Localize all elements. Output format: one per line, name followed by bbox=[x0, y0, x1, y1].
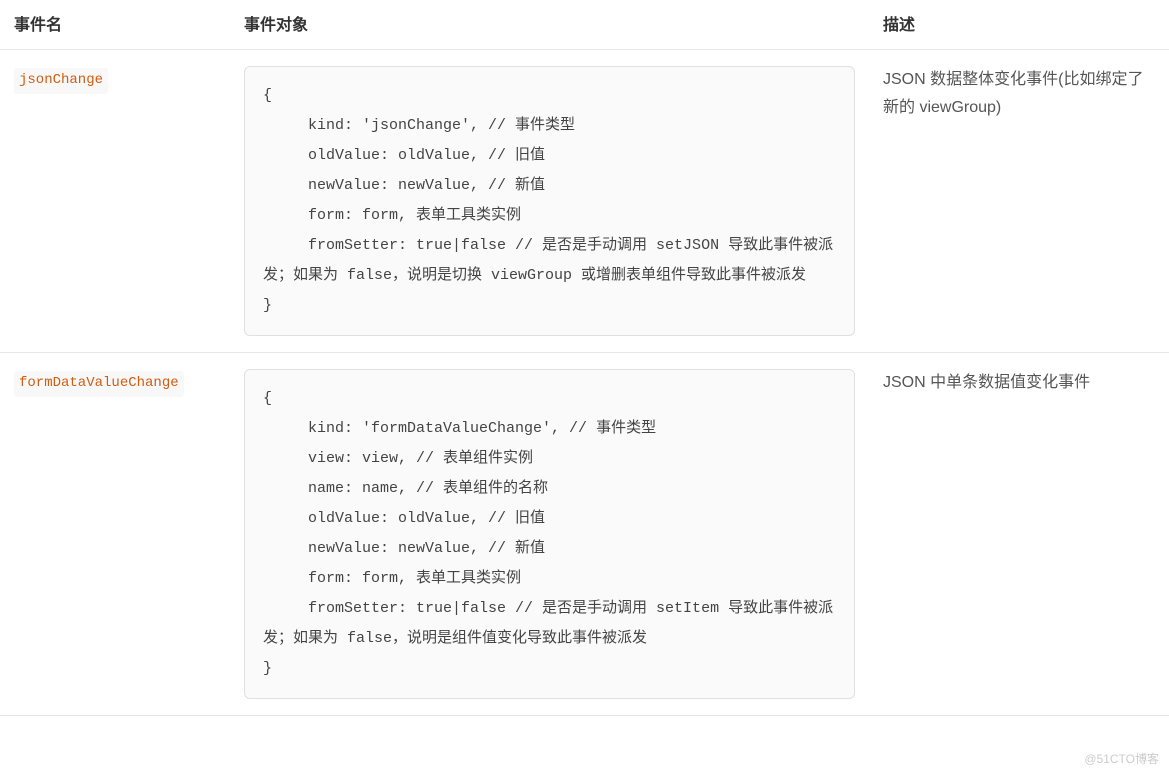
event-description: JSON 数据整体变化事件(比如绑定了新的 viewGroup) bbox=[883, 66, 1155, 122]
header-event-name: 事件名 bbox=[0, 0, 230, 50]
event-name-code: jsonChange bbox=[14, 68, 108, 94]
table-row: jsonChange { kind: 'jsonChange', // 事件类型… bbox=[0, 50, 1169, 353]
table-row: formDataValueChange { kind: 'formDataVal… bbox=[0, 353, 1169, 716]
event-object-code: { kind: 'jsonChange', // 事件类型 oldValue: … bbox=[244, 66, 855, 336]
event-object-code: { kind: 'formDataValueChange', // 事件类型 v… bbox=[244, 369, 855, 699]
events-table: 事件名 事件对象 描述 jsonChange { kind: 'jsonChan… bbox=[0, 0, 1169, 716]
header-description: 描述 bbox=[869, 0, 1169, 50]
event-name-code: formDataValueChange bbox=[14, 371, 184, 397]
header-event-object: 事件对象 bbox=[230, 0, 869, 50]
watermark: @51CTO博客 bbox=[1084, 749, 1159, 769]
event-description: JSON 中单条数据值变化事件 bbox=[883, 369, 1155, 397]
table-header-row: 事件名 事件对象 描述 bbox=[0, 0, 1169, 50]
